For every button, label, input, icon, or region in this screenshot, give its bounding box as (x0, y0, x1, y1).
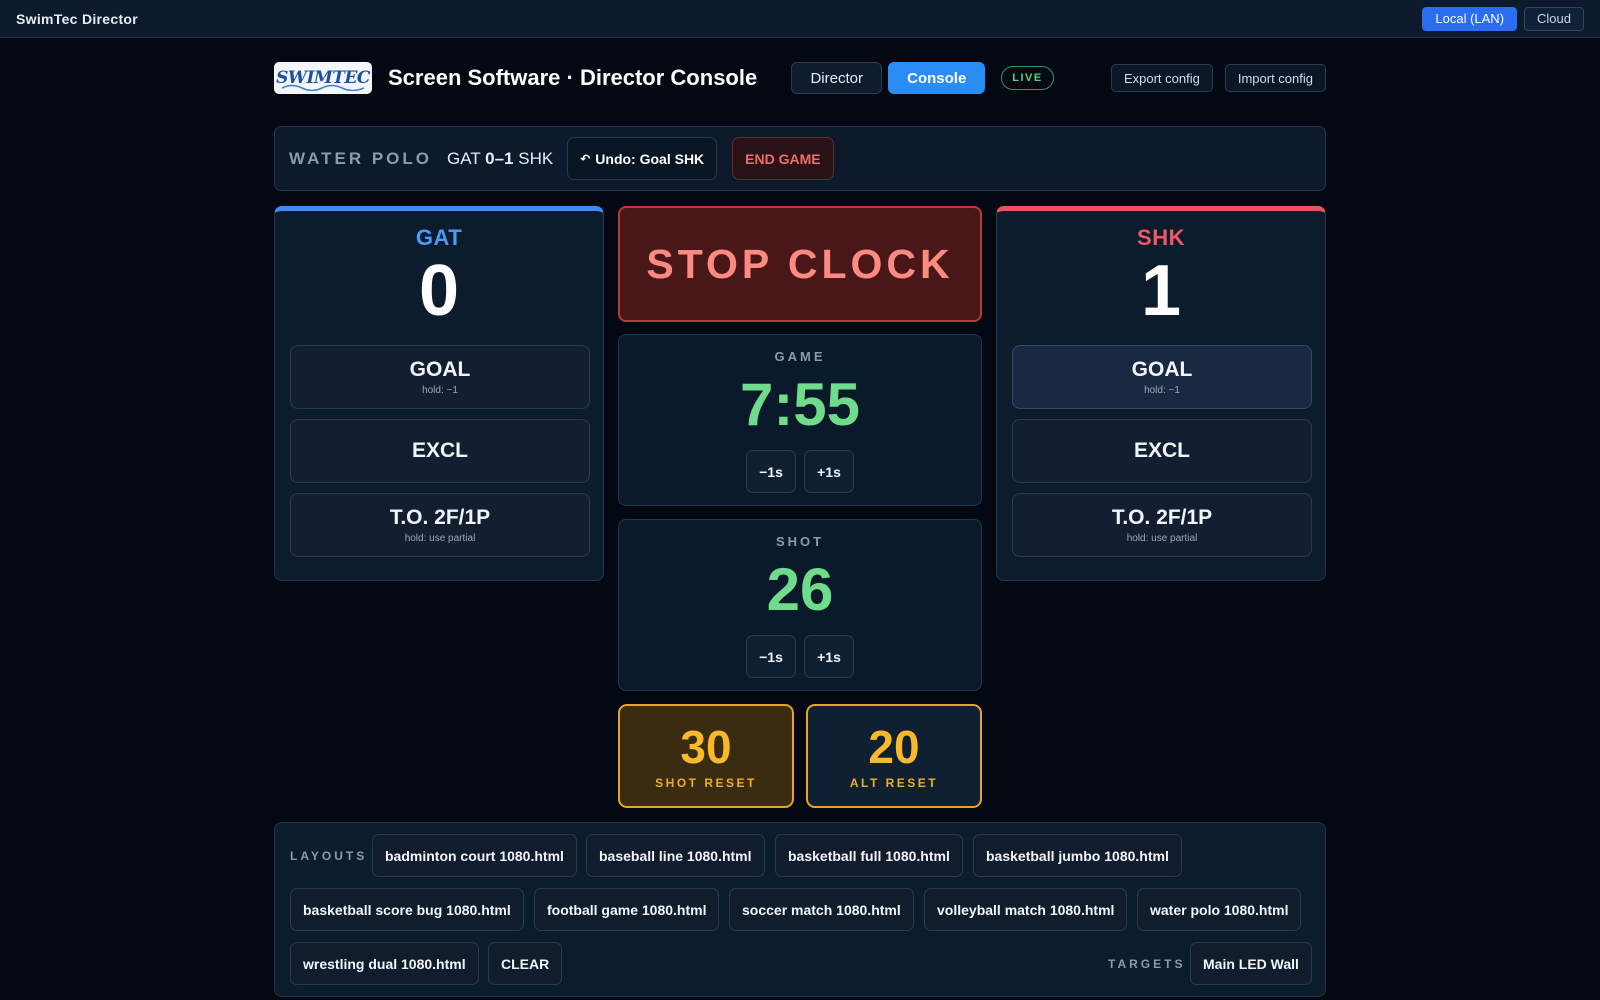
targets-label: TARGETS (1108, 957, 1186, 971)
app-topbar: SwimTec Director Local (LAN) Cloud (0, 0, 1600, 38)
home-timeout-button[interactable]: T.O. 2F/1P hold: use partial (290, 493, 590, 557)
away-goal-button[interactable]: GOAL hold: −1 (1012, 345, 1312, 409)
shot-clock-panel: SHOT 26 −1s +1s (618, 519, 982, 691)
mode-tabs: Director Console (791, 62, 986, 94)
swimtec-logo: SWIMTEC (274, 62, 372, 94)
stop-clock-button[interactable]: STOP CLOCK (618, 206, 982, 322)
shot-clock-plus-button[interactable]: +1s (804, 635, 854, 678)
home-goal-hint: hold: −1 (422, 385, 458, 396)
game-clock-adjust: −1s +1s (746, 450, 854, 493)
away-timeout-hint: hold: use partial (1126, 533, 1198, 544)
config-actions: Export config Import config (1110, 64, 1326, 92)
layouts-panel: LAYOUTS badminton court 1080.html baseba… (274, 822, 1326, 997)
page-title: Screen Software · Director Console (388, 65, 758, 90)
connection-toggle: Local (LAN) Cloud (1422, 6, 1584, 31)
layout-chip[interactable]: soccer match 1080.html (729, 888, 914, 931)
layout-chip[interactable]: basketball full 1080.html (775, 834, 963, 877)
shot-reset-value: 30 (680, 721, 732, 773)
alt-reset-label: ALT RESET (849, 776, 939, 790)
game-clock-title: GAME (774, 349, 826, 364)
away-exclusion-button[interactable]: EXCL (1012, 419, 1312, 483)
layout-chip[interactable]: basketball score bug 1080.html (290, 888, 524, 931)
home-timeout-label: T.O. 2F/1P (389, 506, 491, 529)
layout-chip[interactable]: baseball line 1080.html (586, 834, 765, 877)
game-clock-panel: GAME 7:55 −1s +1s (618, 334, 982, 506)
layout-chip[interactable]: wrestling dual 1080.html (290, 942, 479, 985)
shot-clock-minus-button[interactable]: −1s (746, 635, 796, 678)
home-exclusion-label: EXCL (411, 439, 468, 462)
connection-local-button[interactable]: Local (LAN) (1422, 6, 1518, 31)
away-team-name: SHK (1137, 225, 1185, 250)
tab-director[interactable]: Director (791, 62, 883, 94)
tab-console[interactable]: Console (888, 62, 986, 94)
home-team-panel: GAT 0 GOAL hold: −1 EXCL T.O. 2F/1P hold… (274, 206, 604, 581)
away-team-score: 1 (1140, 251, 1182, 331)
game-status-bar: WATER POLO GAT 0–1 SHK ↶ Undo: Goal SHK … (274, 126, 1326, 191)
game-clock-value: 7:55 (739, 371, 861, 438)
shot-clock-title: SHOT (775, 534, 825, 549)
away-timeout-button[interactable]: T.O. 2F/1P hold: use partial (1012, 493, 1312, 557)
alt-reset-value: 20 (868, 721, 920, 773)
end-game-button[interactable]: END GAME (732, 137, 834, 180)
away-exclusion-label: EXCL (1133, 439, 1190, 462)
logo-wave-icon (282, 84, 364, 91)
away-team-panel: SHK 1 GOAL hold: −1 EXCL T.O. 2F/1P hold… (996, 206, 1326, 581)
matchup-home: GAT (447, 148, 481, 168)
live-status-badge: LIVE (1001, 66, 1054, 90)
layout-chip[interactable]: football game 1080.html (534, 888, 720, 931)
home-team-name: GAT (415, 225, 463, 250)
layout-chip[interactable]: badminton court 1080.html (372, 834, 577, 877)
undo-icon: ↶ (580, 151, 591, 166)
alt-reset-button[interactable]: 20 ALT RESET (806, 704, 982, 808)
away-goal-hint: hold: −1 (1144, 385, 1180, 396)
clear-layout-button[interactable]: CLEAR (488, 942, 563, 985)
shot-reset-button[interactable]: 30 SHOT RESET (618, 704, 794, 808)
shot-reset-label: SHOT RESET (655, 776, 757, 790)
game-clock-minus-button[interactable]: −1s (746, 450, 796, 493)
console-header: SWIMTEC Screen Software · Director Conso… (274, 58, 1326, 98)
app-title: SwimTec Director (16, 10, 139, 27)
away-goal-label: GOAL (1131, 358, 1193, 381)
shot-clock-adjust: −1s +1s (746, 635, 854, 678)
shot-clock-value: 26 (766, 556, 834, 623)
export-config-button[interactable]: Export config (1110, 64, 1213, 92)
home-goal-label: GOAL (409, 358, 471, 381)
home-team-score: 0 (418, 251, 460, 331)
matchup-summary: GAT 0–1 SHK (447, 149, 553, 169)
matchup-away: SHK (518, 148, 554, 168)
layouts-label: LAYOUTS (290, 849, 368, 863)
target-chip-main-led-wall[interactable]: Main LED Wall (1190, 942, 1312, 985)
layout-chip[interactable]: basketball jumbo 1080.html (973, 834, 1182, 877)
home-exclusion-button[interactable]: EXCL (290, 419, 590, 483)
home-timeout-hint: hold: use partial (404, 533, 476, 544)
sport-name: WATER POLO (289, 148, 433, 168)
game-clock-plus-button[interactable]: +1s (804, 450, 854, 493)
import-config-button[interactable]: Import config (1224, 64, 1326, 92)
home-goal-button[interactable]: GOAL hold: −1 (290, 345, 590, 409)
connection-cloud-button[interactable]: Cloud (1524, 6, 1584, 31)
layout-chip[interactable]: volleyball match 1080.html (924, 888, 1128, 931)
stop-clock-label: STOP CLOCK (646, 240, 954, 287)
layout-chip[interactable]: water polo 1080.html (1137, 888, 1302, 931)
undo-button[interactable]: ↶ Undo: Goal SHK (567, 137, 718, 180)
undo-label: Undo: Goal SHK (595, 150, 705, 167)
away-timeout-label: T.O. 2F/1P (1111, 506, 1213, 529)
matchup-score: 0–1 (485, 148, 514, 168)
